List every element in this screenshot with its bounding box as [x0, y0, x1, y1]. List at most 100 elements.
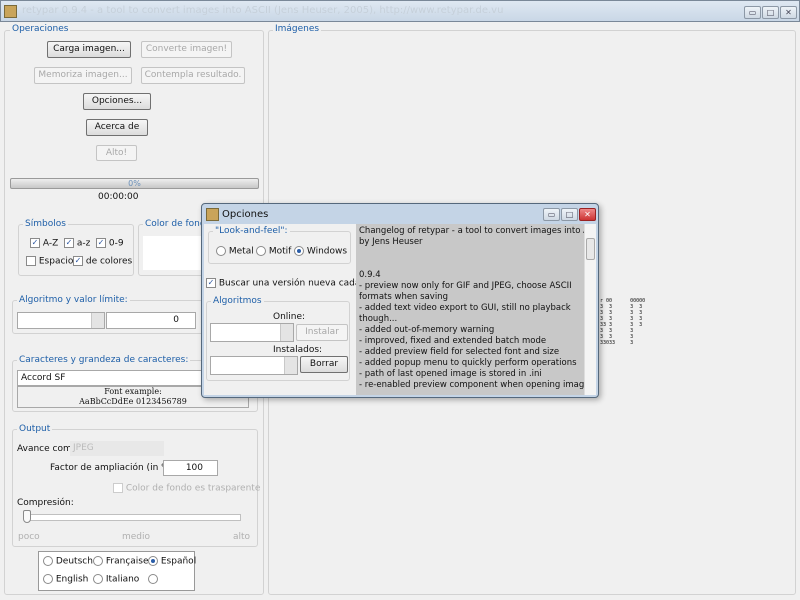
- medio-label: medio: [122, 532, 151, 542]
- changelog-line: Changelog of retypar - a tool to convert…: [359, 226, 584, 236]
- laf-metal-label: Metal: [228, 246, 254, 257]
- az-lower-label: a-z: [76, 238, 91, 249]
- colores-label: de colores: [85, 256, 133, 267]
- chevron-down-icon: [280, 324, 293, 341]
- az-label: A-Z: [42, 238, 59, 249]
- factor-label: Factor de ampliación (in %):: [50, 463, 177, 473]
- lang-italiano-label: Italiano: [105, 574, 140, 585]
- changelog-line: by Jens Heuser: [359, 237, 423, 247]
- compresion-slider-handle[interactable]: [23, 510, 31, 523]
- memoriza-imagen-button[interactable]: Memoriza imagen...: [34, 67, 132, 84]
- espacio-checkbox[interactable]: Espacio: [26, 256, 73, 267]
- ascii-preview: r 00 00000 3 3 3 3 3 3 3 3 3 3 3 3 33 3 3…: [600, 292, 645, 352]
- changelog-line: - added preview field for selected font …: [359, 347, 560, 357]
- lang-italiano-radio[interactable]: Italiano: [93, 574, 139, 585]
- chevron-down-icon: [91, 313, 104, 328]
- changelog-line: - improved, fixed and extended batch mod…: [359, 336, 547, 346]
- dialog-minimize-button[interactable]: ▭: [543, 208, 560, 221]
- instalados-label: Instalados:: [273, 345, 323, 355]
- caracteres-legend: Caracteres y grandeza de caracteres:: [17, 355, 191, 365]
- simbolos-legend: Símbolos: [23, 219, 68, 229]
- changelog-line: formats when saving: [359, 292, 448, 302]
- dialog-title: Opciones: [222, 209, 269, 220]
- converte-imagen-button[interactable]: Converte imagen!: [141, 41, 232, 58]
- acerca-de-button[interactable]: Acerca de: [86, 119, 148, 136]
- algoritmos-legend: Algoritmos: [211, 296, 264, 306]
- dialog-close-button[interactable]: ✕: [579, 208, 596, 221]
- lang-espanol-label: Español: [160, 556, 197, 567]
- lang-francaise-radio[interactable]: Française: [93, 556, 149, 567]
- ascii-line: 33033 3: [600, 340, 646, 346]
- font-example-text: AaBbCcDdEe 0123456789: [79, 397, 187, 406]
- changelog-line: [359, 259, 581, 270]
- changelog-line: - re-enabled preview component when open…: [359, 380, 584, 390]
- online-label: Online:: [273, 312, 306, 322]
- changelog-line: - added popup menu to quickly perform op…: [359, 358, 577, 368]
- scrollbar-thumb[interactable]: [586, 238, 595, 260]
- output-legend: Output: [17, 424, 53, 434]
- algoritmo-dropdown[interactable]: [17, 312, 105, 329]
- lang-english-label: English: [55, 574, 89, 585]
- progress-bar: 0%: [10, 178, 259, 189]
- chevron-down-icon: [284, 357, 297, 374]
- laf-motif-radio[interactable]: Motif: [256, 246, 291, 257]
- changelog-line: - added out-of-memory warning: [359, 325, 495, 335]
- lang-deutsch-radio[interactable]: Deutsch: [43, 556, 93, 567]
- transparente-label: Color de fondo es trasparente: [125, 483, 261, 494]
- az-lower-checkbox[interactable]: ✓ a-z: [64, 238, 90, 249]
- borrar-button[interactable]: Borrar: [300, 356, 348, 373]
- changelog-line: - preview now only for GIF and JPEG, cho…: [359, 281, 572, 291]
- digits-label: 0-9: [108, 238, 124, 249]
- app-icon: [4, 5, 17, 18]
- laf-legend: "Look-and-feel":: [213, 226, 290, 236]
- espacio-label: Espacio: [38, 256, 74, 267]
- dialog-icon: [206, 208, 219, 221]
- transparente-checkbox[interactable]: Color de fondo es trasparente: [113, 483, 260, 494]
- algoritmo-legend: Algoritmo y valor límite:: [17, 295, 130, 305]
- lang-francaise-label: Française: [105, 556, 149, 567]
- online-dropdown[interactable]: [210, 323, 294, 342]
- lang-deutsch-label: Deutsch: [55, 556, 93, 567]
- window-title: retypar 0.9.4 - a tool to convert images…: [22, 5, 504, 16]
- alto-button[interactable]: Alto!: [96, 145, 137, 161]
- elapsed-time: 00:00:00: [98, 192, 139, 202]
- factor-spinner[interactable]: 100: [163, 460, 218, 476]
- changelog-scrollbar[interactable]: [584, 224, 596, 395]
- buscar-checkbox[interactable]: ✓ Buscar una versión nueva cada vez: [206, 278, 379, 289]
- maximize-button[interactable]: □: [762, 6, 779, 19]
- minimize-button[interactable]: ▭: [744, 6, 761, 19]
- compresion-label: Compresión:: [17, 498, 74, 508]
- instalar-button[interactable]: Instalar: [296, 324, 348, 341]
- lang-other-radio[interactable]: [148, 574, 158, 585]
- changelog-line: 0.9.4: [359, 270, 381, 280]
- valor-limite-spinner[interactable]: 0: [106, 312, 196, 329]
- poco-label: poco: [18, 532, 40, 542]
- avance-dropdown[interactable]: JPEG: [70, 441, 164, 456]
- laf-windows-radio[interactable]: Windows: [294, 246, 347, 257]
- carga-imagen-button[interactable]: Carga imagen...: [47, 41, 131, 58]
- lang-english-radio[interactable]: English: [43, 574, 88, 585]
- close-button[interactable]: ✕: [780, 6, 797, 19]
- az-checkbox[interactable]: ✓ A-Z: [30, 238, 58, 249]
- digits-checkbox[interactable]: ✓ 0-9: [96, 238, 124, 249]
- laf-metal-radio[interactable]: Metal: [216, 246, 254, 257]
- changelog-line: - added text video export to GUI, still …: [359, 303, 571, 313]
- compresion-slider[interactable]: [25, 514, 241, 521]
- simbolos-group: [18, 224, 134, 276]
- laf-motif-label: Motif: [268, 246, 292, 257]
- buscar-label: Buscar una versión nueva cada vez: [218, 278, 379, 289]
- operaciones-legend: Operaciones: [10, 24, 71, 34]
- changelog-line: - path of last opened image is stored in…: [359, 369, 542, 379]
- changelog-line: [359, 248, 581, 259]
- alto-label: alto: [233, 532, 251, 542]
- changelog-text[interactable]: Changelog of retypar - a tool to convert…: [356, 224, 584, 395]
- imagenes-legend: Imágenes: [273, 24, 322, 34]
- contempla-resultado-button[interactable]: Contempla resultado.: [141, 67, 245, 84]
- laf-windows-label: Windows: [306, 246, 348, 257]
- colores-checkbox[interactable]: ✓ de colores: [73, 256, 132, 267]
- changelog-line: though...: [359, 314, 398, 324]
- opciones-button[interactable]: Opciones...: [83, 93, 151, 110]
- instalados-dropdown[interactable]: [210, 356, 298, 375]
- dialog-maximize-button[interactable]: □: [561, 208, 578, 221]
- lang-espanol-radio[interactable]: Español: [148, 556, 196, 567]
